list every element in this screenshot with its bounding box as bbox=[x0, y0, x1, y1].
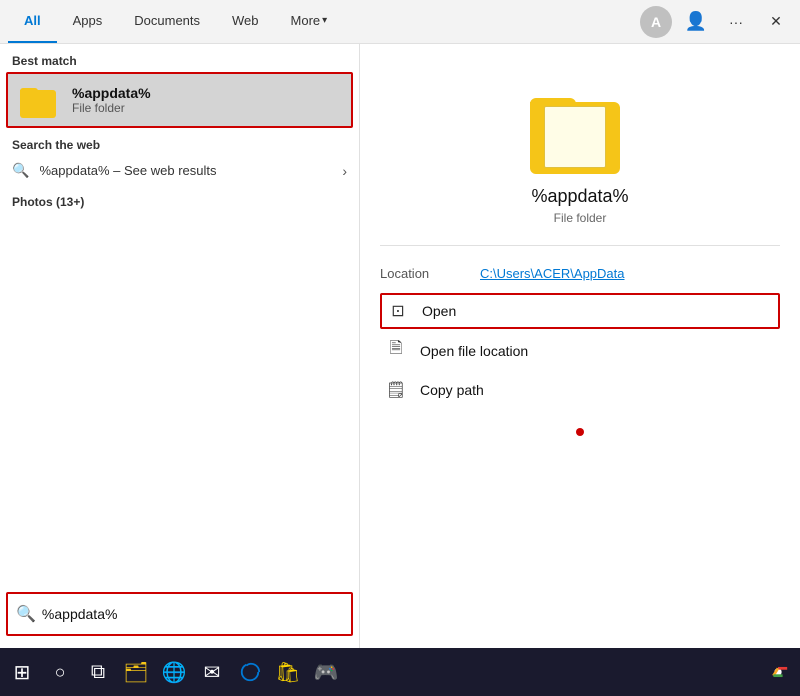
top-nav: All Apps Documents Web More ▾ A 👤 ··· ✕ bbox=[0, 0, 800, 44]
web-search-text: %appdata% – See web results bbox=[39, 163, 332, 178]
start-button[interactable]: ⊞ bbox=[4, 654, 40, 690]
left-bottom: 🔍 bbox=[0, 213, 359, 648]
folder-icon bbox=[20, 82, 60, 118]
location-label: Location bbox=[380, 266, 480, 281]
profile-icon-btn[interactable]: 👤 bbox=[680, 6, 712, 38]
left-panel: Best match %appdata% File folder Search … bbox=[0, 44, 360, 648]
tab-documents[interactable]: Documents bbox=[118, 0, 216, 43]
nav-tabs: All Apps Documents Web More ▾ bbox=[8, 0, 640, 43]
mail-button[interactable]: ✉ bbox=[194, 654, 230, 690]
task-view-button[interactable]: ⧉ bbox=[80, 654, 116, 690]
photos-label: Photos (13+) bbox=[0, 185, 359, 213]
open-file-location-label: Open file location bbox=[420, 343, 528, 359]
search-icon: 🔍 bbox=[12, 162, 29, 179]
file-explorer-button[interactable]: 🗂 bbox=[118, 654, 154, 690]
tab-web[interactable]: Web bbox=[216, 0, 275, 43]
action-open-file-location[interactable]: 🗎 Open file location bbox=[380, 329, 780, 372]
copy-path-icon: 🗒 bbox=[384, 380, 408, 400]
taskbar-right bbox=[760, 654, 796, 690]
location-value[interactable]: C:\Users\ACER\AppData bbox=[480, 266, 625, 281]
search-input[interactable] bbox=[42, 606, 343, 622]
best-match-title: %appdata% bbox=[72, 85, 151, 101]
web-search-item[interactable]: 🔍 %appdata% – See web results › bbox=[0, 156, 359, 185]
copy-path-label: Copy path bbox=[420, 382, 484, 398]
folder-page-overlay bbox=[544, 106, 606, 168]
right-title: %appdata% bbox=[531, 186, 628, 207]
right-panel: %appdata% File folder Location C:\Users\… bbox=[360, 44, 800, 648]
search-button[interactable]: ○ bbox=[42, 654, 78, 690]
more-dropdown-arrow: ▾ bbox=[322, 15, 327, 26]
best-match-subtitle: File folder bbox=[72, 101, 151, 115]
taskbar: ⊞ ○ ⧉ 🗂 🌐 ✉ 🛍 🎮 bbox=[0, 648, 800, 696]
detail-row-location: Location C:\Users\ACER\AppData bbox=[380, 262, 780, 285]
search-window: All Apps Documents Web More ▾ A 👤 ··· ✕ bbox=[0, 0, 800, 696]
web-arrow-icon: › bbox=[342, 163, 347, 179]
tab-more[interactable]: More ▾ bbox=[275, 0, 344, 43]
best-match-item[interactable]: %appdata% File folder bbox=[6, 72, 353, 128]
action-open[interactable]: ⊡ Open bbox=[380, 293, 780, 329]
right-folder-icon bbox=[530, 84, 630, 174]
chrome-button[interactable] bbox=[760, 654, 796, 690]
search-bar: 🔍 bbox=[6, 592, 353, 636]
open-label: Open bbox=[422, 303, 456, 319]
best-match-label: Best match bbox=[0, 44, 359, 72]
more-options-btn[interactable]: ··· bbox=[720, 6, 752, 38]
action-copy-path[interactable]: 🗒 Copy path bbox=[380, 372, 780, 408]
tab-all[interactable]: All bbox=[8, 0, 57, 43]
divider bbox=[380, 245, 780, 246]
main-body: Best match %appdata% File folder Search … bbox=[0, 44, 800, 648]
right-subtitle: File folder bbox=[554, 211, 607, 225]
user-avatar[interactable]: A bbox=[640, 6, 672, 38]
best-match-text: %appdata% File folder bbox=[72, 85, 151, 115]
close-btn[interactable]: ✕ bbox=[760, 6, 792, 38]
tab-apps[interactable]: Apps bbox=[57, 0, 119, 43]
red-dot-indicator bbox=[576, 428, 584, 436]
web-search-label: Search the web bbox=[0, 128, 359, 156]
open-file-location-icon: 🗎 bbox=[384, 337, 408, 364]
edge-button[interactable] bbox=[232, 654, 268, 690]
store-button[interactable]: 🛍 bbox=[270, 654, 306, 690]
game-button[interactable]: 🎮 bbox=[308, 654, 344, 690]
search-bar-icon: 🔍 bbox=[16, 604, 36, 624]
nav-right: A 👤 ··· ✕ bbox=[640, 6, 792, 38]
network-button[interactable]: 🌐 bbox=[156, 654, 192, 690]
open-icon: ⊡ bbox=[386, 301, 410, 321]
